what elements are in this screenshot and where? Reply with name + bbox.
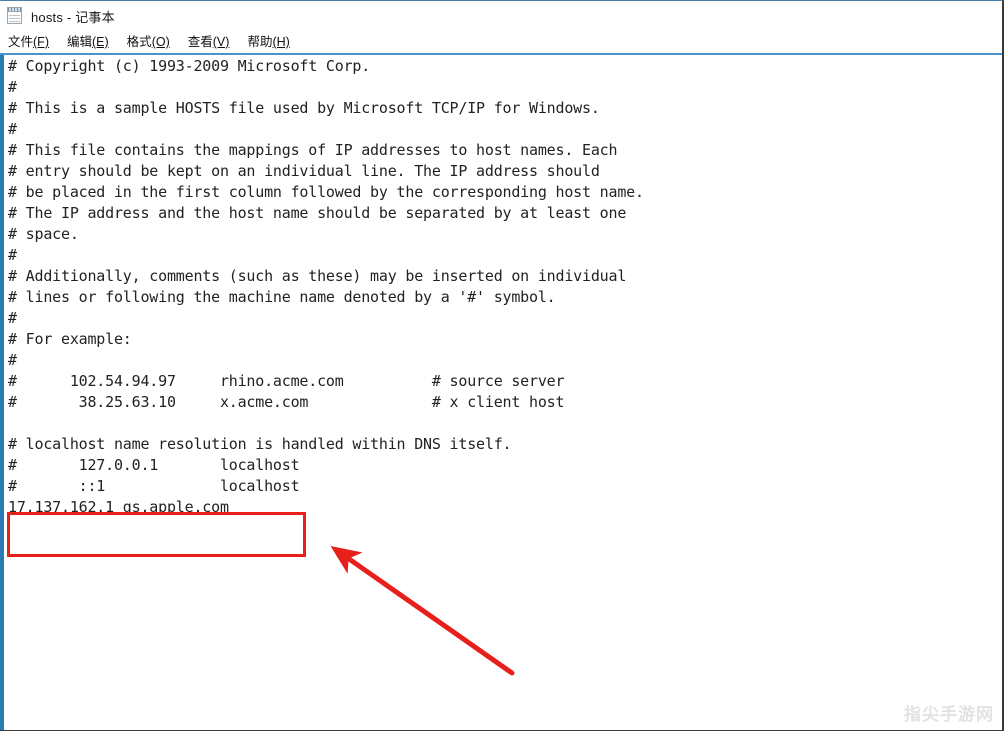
- menu-item-help[interactable]: 帮助(H): [247, 34, 289, 50]
- editor-line: # entry should be kept on an individual …: [8, 162, 600, 180]
- menu-item-view-accel: (V): [212, 35, 230, 49]
- menu-item-help-label: 帮助: [247, 35, 273, 49]
- editor-line: # This file contains the mappings of IP …: [8, 141, 618, 159]
- menu-item-file-accel: (F): [33, 35, 49, 49]
- window-title: hosts - 记事本: [31, 9, 115, 25]
- hosts-file-content[interactable]: # Copyright (c) 1993-2009 Microsoft Corp…: [4, 55, 1002, 518]
- editor-line: # 38.25.63.10 x.acme.com # x client host: [8, 393, 565, 411]
- editor-line: # localhost name resolution is handled w…: [8, 435, 512, 453]
- editor-line: 17.137.162.1 gs.apple.com: [8, 498, 229, 516]
- editor-line: #: [8, 309, 17, 327]
- editor-line: # The IP address and the host name shoul…: [8, 204, 627, 222]
- editor-line: # 127.0.0.1 localhost: [8, 456, 300, 474]
- menu-item-help-accel: (H): [272, 35, 290, 49]
- menu-item-format-accel: (O): [151, 35, 170, 49]
- editor-line: # Additionally, comments (such as these)…: [8, 267, 627, 285]
- menu-item-edit-accel: (E): [92, 35, 109, 49]
- text-editor-area[interactable]: # Copyright (c) 1993-2009 Microsoft Corp…: [0, 55, 1002, 730]
- menu-item-view[interactable]: 查看(V): [188, 34, 230, 50]
- editor-line: # ::1 localhost: [8, 477, 300, 495]
- editor-line: # lines or following the machine name de…: [8, 288, 556, 306]
- menu-item-edit-label: 编辑: [66, 35, 92, 49]
- notepad-icon: [6, 7, 23, 25]
- editor-line: #: [8, 78, 17, 96]
- watermark: 指尖手游网: [904, 705, 994, 724]
- editor-line: # This is a sample HOSTS file used by Mi…: [8, 99, 600, 117]
- editor-line: # For example:: [8, 330, 132, 348]
- menu-item-format-label: 格式: [126, 35, 152, 49]
- menu-bar: 文件(F) 编辑(E) 格式(O) 查看(V) 帮助(H): [0, 31, 1002, 53]
- notepad-window: hosts - 记事本 文件(F) 编辑(E) 格式(O) 查看(V) 帮助(H…: [0, 0, 1004, 731]
- editor-line: # 102.54.94.97 rhino.acme.com # source s…: [8, 372, 565, 390]
- editor-line: #: [8, 351, 17, 369]
- title-bar: hosts - 记事本: [0, 1, 1002, 31]
- editor-line: # be placed in the first column followed…: [8, 183, 644, 201]
- menu-item-file[interactable]: 文件(F): [8, 34, 49, 50]
- editor-line: #: [8, 120, 17, 138]
- editor-line: #: [8, 246, 17, 264]
- menu-item-format[interactable]: 格式(O): [127, 34, 170, 50]
- menu-item-view-label: 查看: [187, 35, 213, 49]
- menu-item-edit[interactable]: 编辑(E): [67, 34, 109, 50]
- editor-line: # Copyright (c) 1993-2009 Microsoft Corp…: [8, 57, 371, 75]
- editor-line: # space.: [8, 225, 79, 243]
- highlight-rectangle-annotation: [7, 512, 306, 557]
- menu-item-file-label: 文件: [8, 35, 34, 49]
